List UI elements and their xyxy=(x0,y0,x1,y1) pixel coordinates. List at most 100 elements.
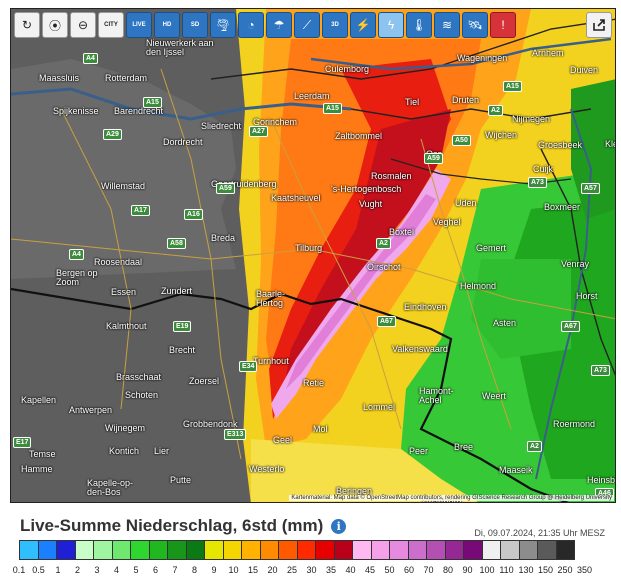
city-label: Bree xyxy=(454,442,474,452)
city-label: Kalmthout xyxy=(106,321,147,331)
road-shield: A17 xyxy=(131,205,150,216)
trend-button[interactable]: ⟋ xyxy=(294,12,320,38)
city-label: Zundert xyxy=(161,286,193,296)
legend-tick: 0.1 xyxy=(12,565,26,575)
legend-swatch xyxy=(407,540,427,560)
legend-title: Live-Summe Niederschlag, 6std (mm) xyxy=(20,516,324,535)
city-label: Boxtel xyxy=(389,227,415,237)
road-shield: A58 xyxy=(167,238,186,249)
warning-button[interactable]: ! xyxy=(490,12,516,38)
radar-hd-button[interactable]: HD xyxy=(154,12,180,38)
temperature-icon: 🌡 xyxy=(411,18,427,32)
city-label: Turnhout xyxy=(253,356,289,366)
gauge-icon: ◔ xyxy=(247,18,255,32)
city-label: Mol xyxy=(313,424,328,434)
rain-cloud-button[interactable]: ☂ xyxy=(266,12,292,38)
legend-tick: 350 xyxy=(576,565,593,575)
legend-swatch xyxy=(56,540,76,560)
city-label: Breda xyxy=(211,233,236,243)
temperature-button[interactable]: 🌡 xyxy=(406,12,432,38)
legend-swatch xyxy=(93,540,113,560)
city-view-icon: CITY xyxy=(104,22,118,28)
legend-tick: 10 xyxy=(228,565,239,575)
city-label: Groesbeek xyxy=(538,140,583,150)
share-button[interactable] xyxy=(586,12,612,38)
legend-tick: 90 xyxy=(462,565,473,575)
legend-tick: 45 xyxy=(364,565,376,575)
legend-swatch xyxy=(333,540,353,560)
road-shield: E19 xyxy=(173,321,192,332)
city-view-button[interactable]: CITY xyxy=(98,12,124,38)
city-label: Boxmeer xyxy=(544,202,581,212)
radar-map[interactable]: Maassluis Rotterdam Spijkenisse Barendrecht… xyxy=(10,8,616,503)
road-shield: A27 xyxy=(249,126,268,137)
city-label: Tilburg xyxy=(295,243,323,253)
legend-color-scale xyxy=(19,540,575,560)
tornado-button[interactable]: 🌪 xyxy=(210,12,236,38)
zoom-out-button[interactable]: ⊖ xyxy=(70,12,96,38)
road-shield: A73 xyxy=(528,177,547,188)
legend-swatch xyxy=(259,540,279,560)
legend-swatch xyxy=(463,540,483,560)
radar-hd-icon: HD xyxy=(162,22,172,28)
city-label: Maassluis xyxy=(39,73,80,83)
city-label: Retie xyxy=(303,378,325,388)
legend-tick: 50 xyxy=(384,565,395,575)
legend-tick: 130 xyxy=(518,565,534,575)
legend-tick: 9 xyxy=(211,565,217,575)
lightning-active-button[interactable]: ϟ xyxy=(378,12,404,38)
city-label: Bergen op Zoom xyxy=(56,268,98,287)
legend-swatch xyxy=(315,540,335,560)
legend-tick: 25 xyxy=(286,565,298,575)
road-shield: A29 xyxy=(103,129,122,140)
city-label: Veghel xyxy=(433,217,461,227)
radar-3d-button[interactable]: 3D xyxy=(322,12,348,38)
city-label: Wijchen xyxy=(485,130,518,140)
legend-swatch xyxy=(555,540,575,560)
legend-tick: 40 xyxy=(345,565,356,575)
radar-sd-button[interactable]: SD xyxy=(182,12,208,38)
road-shield: E313 xyxy=(224,429,247,440)
road-shield: E17 xyxy=(13,437,32,448)
legend-tick: 35 xyxy=(325,565,337,575)
warning-icon: ! xyxy=(501,18,505,32)
legend-tick: 7 xyxy=(172,565,178,575)
live-radar-button[interactable]: LIVE xyxy=(126,12,152,38)
legend-swatch xyxy=(19,540,39,560)
city-label: Rosmalen xyxy=(371,171,412,181)
road-shield: A59 xyxy=(424,153,443,164)
satellite-button[interactable]: 🛰 xyxy=(462,12,488,38)
road-shield: A67 xyxy=(377,316,396,327)
legend-tick: 100 xyxy=(479,565,495,575)
road-shield: A73 xyxy=(591,365,610,376)
legend-swatch xyxy=(500,540,520,560)
city-label: Geel xyxy=(273,435,293,445)
legend-swatch xyxy=(481,540,501,560)
info-icon[interactable]: i xyxy=(331,518,347,534)
road-shield: A2 xyxy=(376,238,391,249)
refresh-button[interactable]: ↻ xyxy=(14,12,40,38)
lightning-button[interactable]: ⚡ xyxy=(350,12,376,38)
city-label: Peer xyxy=(409,446,429,456)
legend-swatch xyxy=(130,540,150,560)
map-toolbar: ↻ ⦿ ⊖ CITY LIVE HD SD 🌪 ◔ ☂ ⟋ 3D ⚡ ϟ 🌡 ≋… xyxy=(11,9,519,41)
flood-button[interactable]: ≋ xyxy=(434,12,460,38)
city-label: Uden xyxy=(455,198,477,208)
lightning-active-icon: ϟ xyxy=(387,18,395,32)
city-label: Wijnegem xyxy=(105,423,146,433)
gauge-button[interactable]: ◔ xyxy=(238,12,264,38)
city-label: Tiel xyxy=(405,97,420,107)
satellite-icon: 🛰 xyxy=(467,18,483,32)
city-label: Dordrecht xyxy=(163,137,203,147)
legend-tick: 6 xyxy=(152,565,159,575)
legend-swatch xyxy=(241,540,261,560)
legend-swatch xyxy=(352,540,372,560)
city-label: Grobbendonk xyxy=(183,419,238,429)
location-button[interactable]: ⦿ xyxy=(42,12,68,38)
legend-tick: 5 xyxy=(133,565,139,575)
radar-3d-icon: 3D xyxy=(331,22,339,28)
city-label: Wageningen xyxy=(457,53,508,63)
city-label: Horst xyxy=(576,291,598,301)
legend-swatch xyxy=(426,540,446,560)
map-attribution[interactable]: Kartenmaterial: Map data © OpenStreetMap… xyxy=(289,495,614,501)
